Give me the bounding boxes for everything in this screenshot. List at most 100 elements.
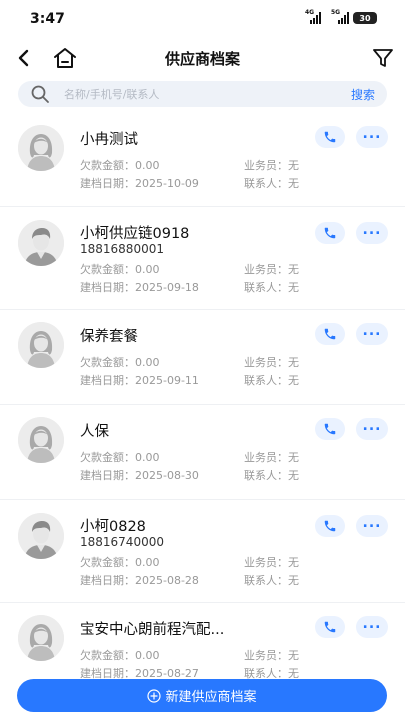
debt-value: 0.00 bbox=[135, 649, 160, 662]
debt-value: 0.00 bbox=[135, 159, 160, 172]
filter-icon[interactable] bbox=[371, 46, 395, 70]
phone-icon bbox=[323, 422, 337, 436]
search-input[interactable] bbox=[64, 81, 334, 107]
search-icon bbox=[30, 84, 50, 104]
supplier-card[interactable]: 小冉测试 欠款金额：0.00 建档日期：2025-10-09 业务员：无 联系人：无..… bbox=[0, 113, 405, 207]
contact-row: 联系人：无 bbox=[244, 372, 299, 388]
debt-row: 欠款金额：0.00 bbox=[80, 554, 160, 570]
salesman-label: 业务员： bbox=[244, 556, 288, 569]
status-icons: 4G 5G 30 bbox=[305, 9, 377, 24]
more-button[interactable]: ... bbox=[356, 222, 388, 244]
date-label: 建档日期： bbox=[80, 281, 135, 294]
status-bar: 3:47 4G 5G 30 bbox=[0, 0, 405, 40]
date-value: 2025-09-18 bbox=[135, 281, 199, 294]
contact-value: 无 bbox=[288, 469, 299, 482]
date-row: 建档日期：2025-09-18 bbox=[80, 279, 199, 295]
contact-label: 联系人： bbox=[244, 177, 288, 190]
supplier-name: 宝安中心朗前程汽配... bbox=[80, 622, 225, 638]
call-button[interactable] bbox=[315, 222, 345, 244]
contact-row: 联系人：无 bbox=[244, 175, 299, 191]
more-button[interactable]: ... bbox=[356, 323, 388, 345]
supplier-name: 小冉测试 bbox=[80, 132, 138, 148]
more-dots-icon: ... bbox=[362, 418, 382, 434]
more-dots-icon: ... bbox=[362, 323, 382, 339]
salesman-row: 业务员：无 bbox=[244, 354, 299, 370]
supplier-card[interactable]: 小柯供应链0918 18816880001 欠款金额：0.00 建档日期：2025-0… bbox=[0, 207, 405, 310]
more-dots-icon: ... bbox=[362, 222, 382, 238]
salesman-label: 业务员： bbox=[244, 159, 288, 172]
signal-4g-icon: 4G bbox=[305, 9, 321, 24]
search-button[interactable]: 搜索 bbox=[351, 86, 375, 103]
supplier-avatar bbox=[18, 417, 64, 463]
date-value: 2025-08-30 bbox=[135, 469, 199, 482]
signal-5g-icon: 5G bbox=[331, 9, 349, 24]
call-button[interactable] bbox=[315, 323, 345, 345]
phone-icon bbox=[323, 620, 337, 634]
supplier-list: 小冉测试 欠款金额：0.00 建档日期：2025-10-09 业务员：无 联系人：无..… bbox=[0, 113, 405, 683]
plus-circle-icon bbox=[147, 688, 162, 703]
date-value: 2025-09-11 bbox=[135, 374, 199, 387]
supplier-avatar bbox=[18, 220, 64, 266]
date-row: 建档日期：2025-08-30 bbox=[80, 467, 199, 483]
date-value: 2025-10-09 bbox=[135, 177, 199, 190]
salesman-row: 业务员：无 bbox=[244, 261, 299, 277]
call-button[interactable] bbox=[315, 126, 345, 148]
salesman-row: 业务员：无 bbox=[244, 554, 299, 570]
contact-label: 联系人： bbox=[244, 574, 288, 587]
date-label: 建档日期： bbox=[80, 469, 135, 482]
debt-label: 欠款金额： bbox=[80, 263, 135, 276]
more-dots-icon: ... bbox=[362, 616, 382, 632]
salesman-label: 业务员： bbox=[244, 356, 288, 369]
search-bar: 搜索 bbox=[18, 81, 387, 107]
supplier-name: 小柯0828 bbox=[80, 519, 146, 535]
salesman-label: 业务员： bbox=[244, 451, 288, 464]
date-label: 建档日期： bbox=[80, 574, 135, 587]
debt-row: 欠款金额：0.00 bbox=[80, 354, 160, 370]
call-button[interactable] bbox=[315, 616, 345, 638]
more-button[interactable]: ... bbox=[356, 418, 388, 440]
supplier-name: 人保 bbox=[80, 424, 109, 440]
salesman-row: 业务员：无 bbox=[244, 157, 299, 173]
debt-value: 0.00 bbox=[135, 451, 160, 464]
more-button[interactable]: ... bbox=[356, 616, 388, 638]
contact-label: 联系人： bbox=[244, 374, 288, 387]
debt-label: 欠款金额： bbox=[80, 556, 135, 569]
supplier-card[interactable]: 保养套餐 欠款金额：0.00 建档日期：2025-09-11 业务员：无 联系人：无..… bbox=[0, 310, 405, 405]
date-row: 建档日期：2025-08-28 bbox=[80, 572, 199, 588]
debt-row: 欠款金额：0.00 bbox=[80, 157, 160, 173]
supplier-name: 小柯供应链0918 bbox=[80, 226, 190, 242]
debt-row: 欠款金额：0.00 bbox=[80, 261, 160, 277]
debt-label: 欠款金额： bbox=[80, 159, 135, 172]
contact-value: 无 bbox=[288, 374, 299, 387]
contact-row: 联系人：无 bbox=[244, 279, 299, 295]
date-value: 2025-08-28 bbox=[135, 574, 199, 587]
supplier-card[interactable]: 宝安中心朗前程汽配... 欠款金额：0.00 建档日期：2025-08-27 业务员：… bbox=[0, 603, 405, 683]
salesman-value: 无 bbox=[288, 356, 299, 369]
supplier-avatar bbox=[18, 615, 64, 661]
supplier-card[interactable]: 小柯0828 18816740000 欠款金额：0.00 建档日期：2025-08-2… bbox=[0, 500, 405, 603]
phone-icon bbox=[323, 327, 337, 341]
signal-4g-label: 4G bbox=[305, 9, 315, 16]
salesman-row: 业务员：无 bbox=[244, 449, 299, 465]
call-button[interactable] bbox=[315, 418, 345, 440]
more-button[interactable]: ... bbox=[356, 126, 388, 148]
page-title: 供应商档案 bbox=[164, 50, 240, 68]
call-button[interactable] bbox=[315, 515, 345, 537]
debt-value: 0.00 bbox=[135, 356, 160, 369]
salesman-label: 业务员： bbox=[244, 263, 288, 276]
signal-5g-label: 5G bbox=[331, 9, 341, 16]
more-button[interactable]: ... bbox=[356, 515, 388, 537]
debt-label: 欠款金额： bbox=[80, 356, 135, 369]
create-supplier-label: 新建供应商档案 bbox=[165, 690, 257, 705]
contact-value: 无 bbox=[288, 574, 299, 587]
status-time: 3:47 bbox=[30, 11, 65, 27]
contact-value: 无 bbox=[288, 177, 299, 190]
salesman-label: 业务员： bbox=[244, 649, 288, 662]
supplier-card[interactable]: 人保 欠款金额：0.00 建档日期：2025-08-30 业务员：无 联系人：无... bbox=[0, 405, 405, 500]
date-label: 建档日期： bbox=[80, 177, 135, 190]
phone-icon bbox=[323, 226, 337, 240]
salesman-value: 无 bbox=[288, 649, 299, 662]
date-row: 建档日期：2025-09-11 bbox=[80, 372, 199, 388]
contact-row: 联系人：无 bbox=[244, 467, 299, 483]
create-supplier-button[interactable]: 新建供应商档案 bbox=[17, 679, 387, 712]
